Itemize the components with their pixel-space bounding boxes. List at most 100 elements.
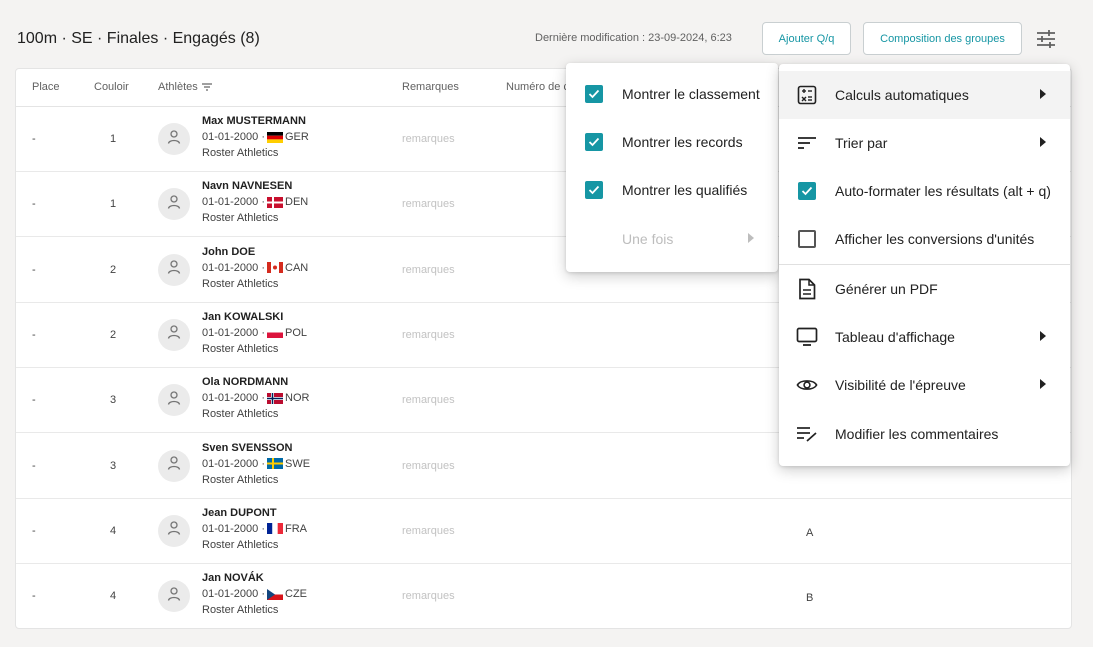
menu-item-event-visibility[interactable]: Visibilité de l'épreuve [779, 361, 1070, 409]
add-qualifier-button[interactable]: Ajouter Q/q [762, 22, 851, 55]
lane-cell: 2 [109, 263, 117, 276]
athlete-dob: 01-01-2000 · [202, 457, 265, 470]
menu-item-label: Une fois [622, 231, 674, 247]
table-row[interactable]: - 4 Jan NOVÁK 01-01-2000 · CZE Roster Athleti… [16, 564, 1071, 629]
checkbox-empty-icon[interactable] [796, 228, 818, 250]
column-remarks[interactable]: Remarques [402, 81, 459, 93]
menu-item-edit-comments[interactable]: Modifier les commentaires [779, 410, 1070, 458]
remarks-field[interactable]: remarques [402, 394, 455, 406]
flag-icon [265, 131, 285, 143]
athlete-name[interactable]: Sven SVENSSON [202, 442, 292, 454]
checkbox-checked-icon[interactable] [585, 85, 603, 103]
athlete-name[interactable]: Jan NOVÁK [202, 572, 264, 584]
settings-button[interactable] [1031, 24, 1061, 54]
checkbox-checked-icon[interactable] [796, 180, 818, 202]
athlete-club: Roster Athletics [202, 538, 279, 551]
eye-icon [796, 374, 818, 396]
person-icon [166, 586, 182, 607]
avatar [158, 123, 190, 155]
column-athletes[interactable]: Athlètes [158, 81, 213, 93]
athlete-country: GER [285, 131, 309, 143]
remarks-field[interactable]: remarques [402, 525, 455, 537]
checkbox-checked-icon[interactable] [585, 181, 603, 199]
calculator-icon [796, 84, 818, 106]
avatar [158, 384, 190, 417]
table-row[interactable]: - 4 Jean DUPONT 01-01-2000 · FRA Roster Athle… [16, 499, 1071, 564]
athlete-club: Roster Athletics [202, 473, 279, 486]
athlete-name[interactable]: Ola NORDMANN [202, 376, 288, 388]
checkbox-checked-icon[interactable] [585, 133, 603, 151]
menu-item-label: Trier par [835, 135, 888, 151]
place-cell: - [32, 263, 36, 276]
edit-notes-icon [796, 423, 818, 445]
menu-item-label: Générer un PDF [835, 281, 938, 297]
avatar [158, 318, 190, 351]
group-cell: A [806, 526, 814, 539]
athlete-details: 01-01-2000 · FRA [202, 523, 307, 535]
remarks-field[interactable]: remarques [402, 198, 455, 210]
monitor-icon [796, 326, 818, 348]
menu-item-label: Tableau d'affichage [835, 329, 955, 345]
menu-item-auto-format[interactable]: Auto-formater les résultats (alt + q) [779, 167, 1070, 215]
lane-cell: 4 [109, 524, 117, 537]
remarks-field[interactable]: remarques [402, 590, 455, 602]
athlete-country: FRA [285, 522, 307, 535]
menu-item-show-records[interactable]: Montrer les records [566, 118, 778, 166]
person-icon [166, 520, 182, 541]
place-cell: - [32, 133, 36, 145]
menu-item-unit-conversions[interactable]: Afficher les conversions d'unités [779, 215, 1070, 263]
athlete-name[interactable]: Jean DUPONT [202, 507, 277, 519]
menu-item-show-qualified[interactable]: Montrer les qualifiés [566, 166, 778, 214]
menu-item-sort-by[interactable]: Trier par [779, 119, 1070, 167]
athlete-dob: 01-01-2000 · [202, 326, 265, 339]
menu-item-generate-pdf[interactable]: Générer un PDF [779, 265, 1070, 313]
tune-icon [1037, 30, 1055, 48]
flag-icon [265, 588, 285, 600]
menu-item-label: Calculs automatiques [835, 87, 969, 103]
athlete-name[interactable]: John DOE [202, 246, 255, 258]
remarks-field[interactable]: remarques [402, 460, 455, 472]
column-number[interactable]: Numéro de c [506, 81, 569, 93]
athlete-dob: 01-01-2000 · [202, 131, 265, 143]
athlete-details: 01-01-2000 · NOR [202, 392, 309, 404]
athlete-dob: 01-01-2000 · [202, 196, 265, 209]
chevron-right-icon [1040, 89, 1046, 99]
athlete-country: CZE [285, 588, 307, 601]
menu-item-show-ranking[interactable]: Montrer le classement [566, 70, 778, 118]
person-icon [166, 324, 182, 345]
person-icon [166, 129, 182, 150]
lane-cell: 3 [109, 394, 117, 407]
chevron-right-icon [1040, 379, 1046, 389]
person-icon [166, 390, 182, 411]
athlete-club: Roster Athletics [202, 342, 279, 355]
remarks-field[interactable]: remarques [402, 133, 455, 145]
place-cell: - [32, 328, 36, 341]
menu-item-auto-calculations[interactable]: Calculs automatiques [779, 71, 1070, 119]
athlete-country: SWE [285, 457, 311, 470]
athlete-details: 01-01-2000 · GER [202, 131, 309, 143]
group-composition-button[interactable]: Composition des groupes [863, 22, 1022, 55]
athlete-club: Roster Athletics [202, 147, 279, 159]
person-icon [166, 455, 182, 476]
menu-item-scoreboard[interactable]: Tableau d'affichage [779, 313, 1070, 361]
athlete-name[interactable]: Navn NAVNESEN [202, 180, 292, 192]
place-cell: - [32, 198, 36, 211]
athlete-country: CAN [285, 261, 309, 274]
remarks-field[interactable]: remarques [402, 264, 455, 276]
athlete-club: Roster Athletics [202, 408, 279, 421]
display-options-submenu: Montrer le classement Montrer les record… [566, 63, 778, 272]
athlete-name[interactable]: Max MUSTERMANN [202, 115, 306, 127]
menu-item-label: Modifier les commentaires [835, 426, 999, 442]
athlete-name[interactable]: Jan KOWALSKI [202, 311, 283, 323]
settings-menu: Calculs automatiques Trier par Auto-form… [779, 64, 1070, 466]
chevron-right-icon [748, 233, 754, 243]
group-cell: B [806, 592, 814, 605]
athlete-club: Roster Athletics [202, 277, 279, 290]
remarks-field[interactable]: remarques [402, 329, 455, 341]
column-lane[interactable]: Couloir [94, 81, 129, 93]
place-cell: - [32, 394, 36, 407]
flag-icon [265, 196, 285, 208]
lane-cell: 4 [109, 590, 117, 603]
column-place[interactable]: Place [32, 81, 60, 93]
filter-icon[interactable] [201, 82, 213, 92]
